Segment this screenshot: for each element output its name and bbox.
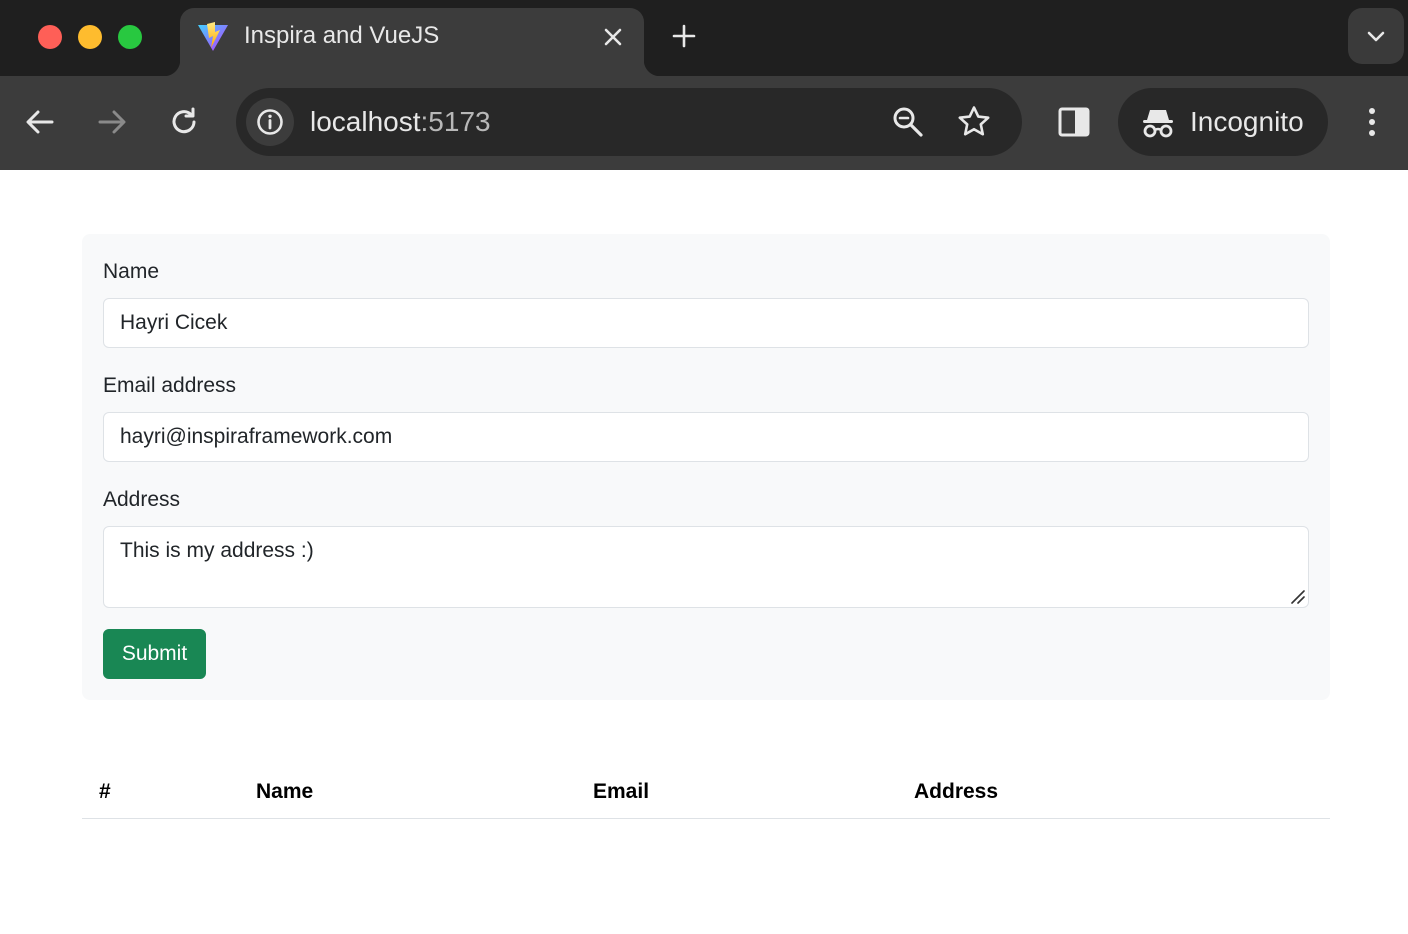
- url-text[interactable]: localhost:5173: [310, 104, 491, 140]
- column-header-address: Address: [897, 766, 1330, 819]
- url-host: localhost: [310, 106, 421, 137]
- minimize-window-button[interactable]: [78, 25, 102, 49]
- email-label: Email address: [103, 374, 237, 397]
- browser-tab-active[interactable]: Inspira and VueJS: [164, 8, 660, 76]
- contact-form: Name Email address Address This is my ad…: [82, 234, 1330, 700]
- table-header-row: # Name Email Address: [82, 766, 1330, 819]
- reload-icon[interactable]: [166, 104, 202, 140]
- forward-arrow-icon[interactable]: [94, 104, 130, 140]
- name-input[interactable]: [103, 298, 1309, 348]
- column-header-number: #: [82, 766, 239, 819]
- submit-button[interactable]: Submit: [103, 629, 206, 679]
- incognito-label: Incognito: [1190, 106, 1304, 137]
- tab-search-button[interactable]: [1348, 8, 1404, 64]
- maximize-window-button[interactable]: [118, 25, 142, 49]
- tab-title: Inspira and VueJS: [244, 22, 440, 49]
- vite-logo-icon: [198, 22, 228, 51]
- column-header-name: Name: [239, 766, 576, 819]
- info-icon: [257, 109, 283, 135]
- resize-grip-icon[interactable]: [1289, 588, 1305, 604]
- incognito-profile-button[interactable]: Incognito: [1118, 88, 1328, 156]
- site-info-button[interactable]: [246, 98, 294, 146]
- new-tab-icon[interactable]: [668, 20, 700, 52]
- bookmark-star-icon[interactable]: [956, 104, 992, 140]
- back-arrow-icon[interactable]: [22, 104, 58, 140]
- column-header-email: Email: [576, 766, 897, 819]
- browser-tab-bar: Inspira and VueJS: [0, 0, 1408, 76]
- zoom-icon[interactable]: [890, 104, 926, 140]
- side-panel-icon[interactable]: [1056, 104, 1092, 140]
- more-menu-icon[interactable]: [1354, 104, 1390, 140]
- close-tab-icon[interactable]: [598, 22, 628, 52]
- email-input[interactable]: [103, 412, 1309, 462]
- name-label: Name: [103, 260, 160, 283]
- users-table: # Name Email Address: [82, 766, 1330, 819]
- address-bar[interactable]: localhost:5173: [236, 88, 1022, 156]
- close-window-button[interactable]: [38, 25, 62, 49]
- address-textarea[interactable]: This is my address :): [103, 526, 1309, 608]
- chevron-down-icon: [1367, 31, 1385, 42]
- url-port: :5173: [420, 106, 491, 137]
- incognito-icon: [1143, 110, 1173, 138]
- browser-toolbar: localhost:5173 Incognito: [0, 76, 1408, 170]
- address-label: Address: [103, 488, 181, 511]
